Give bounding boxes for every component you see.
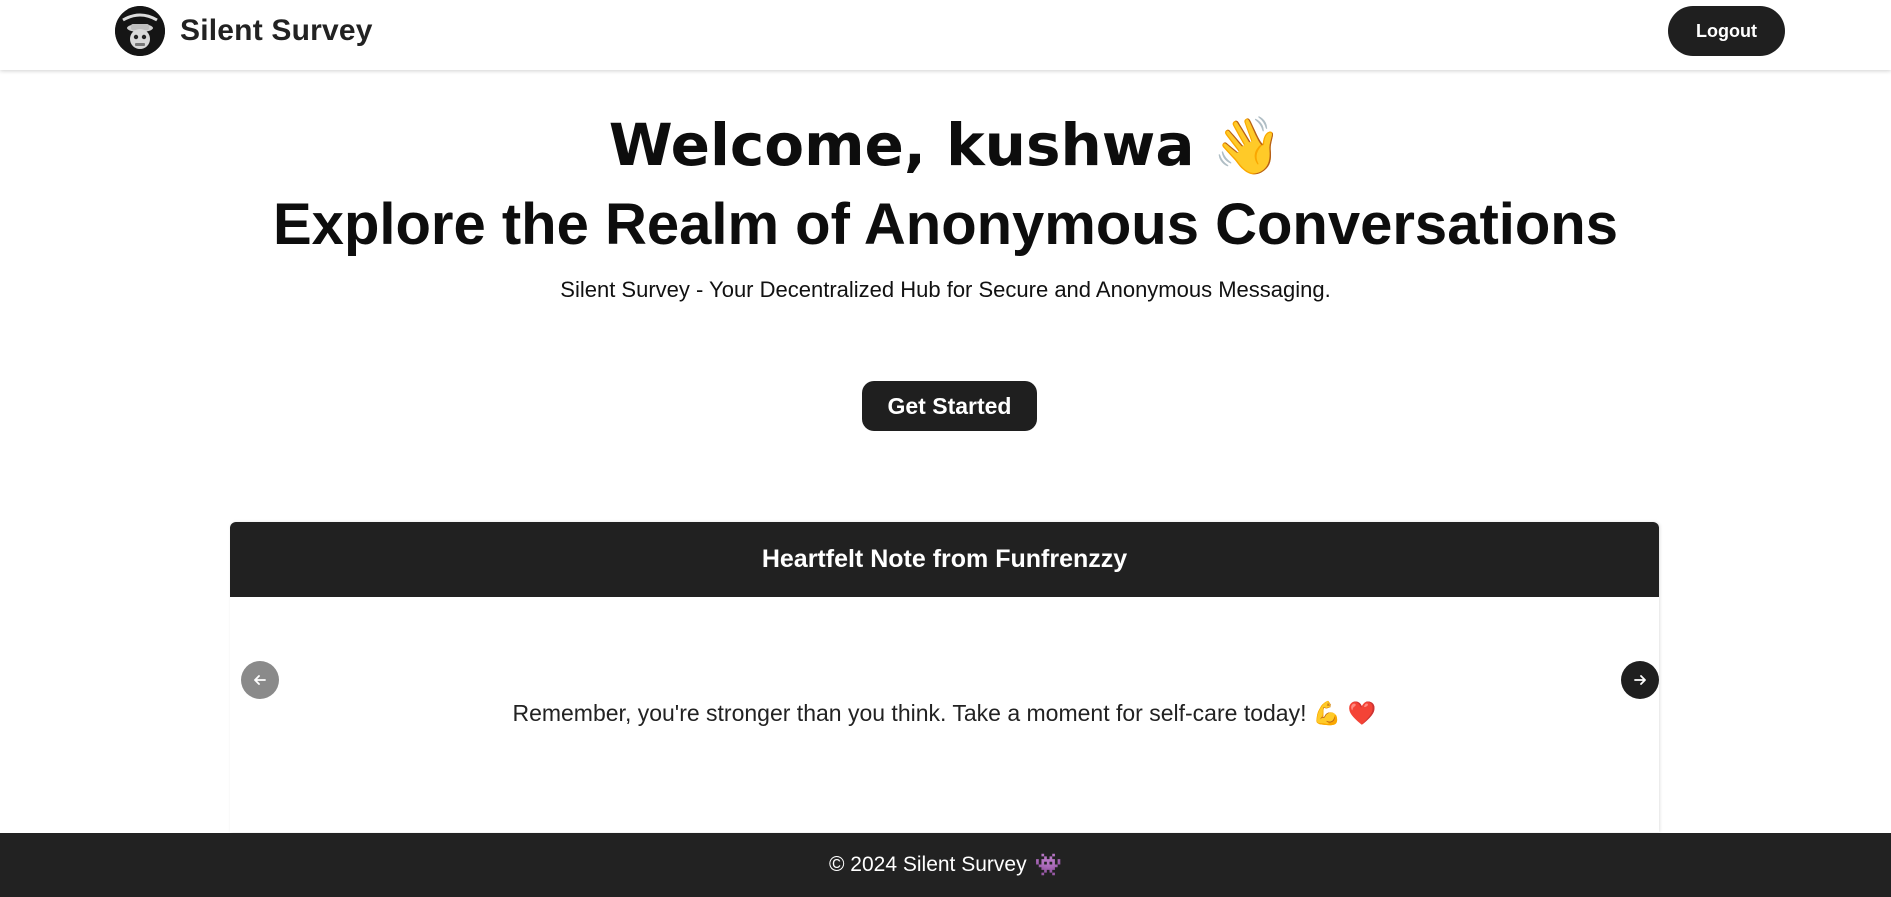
navbar: Silent Survey Logout xyxy=(0,0,1891,70)
logout-button[interactable]: Logout xyxy=(1668,6,1785,56)
carousel-next-button[interactable] xyxy=(1621,661,1659,699)
message-carousel-card: Heartfelt Note from Funfrenzzy Remember,… xyxy=(230,522,1659,832)
brand-title: Silent Survey xyxy=(180,14,373,47)
footer: © 2024 Silent Survey 👾 xyxy=(0,833,1891,897)
arrow-right-icon xyxy=(1634,675,1646,685)
alien-monster-icon: 👾 xyxy=(1034,852,1062,877)
silent-survey-logo-icon xyxy=(115,6,165,56)
welcome-text: Welcome, kushwa xyxy=(608,111,1195,179)
get-started-button[interactable]: Get Started xyxy=(862,381,1037,431)
arrow-left-icon xyxy=(254,675,266,685)
card-message: Remember, you're stronger than you think… xyxy=(512,700,1377,726)
carousel-prev-button[interactable] xyxy=(241,661,279,699)
welcome-heading: Welcome, kushwa 👋 xyxy=(0,108,1891,184)
brand[interactable]: Silent Survey xyxy=(115,6,373,56)
card-title: Heartfelt Note from Funfrenzzy xyxy=(230,522,1659,597)
hero-subtitle: Silent Survey - Your Decentralized Hub f… xyxy=(560,277,1331,302)
hero-title: Explore the Realm of Anonymous Conversat… xyxy=(273,192,1618,257)
waving-hand-icon: 👋 xyxy=(1212,114,1283,179)
footer-copyright: © 2024 Silent Survey xyxy=(829,853,1027,876)
